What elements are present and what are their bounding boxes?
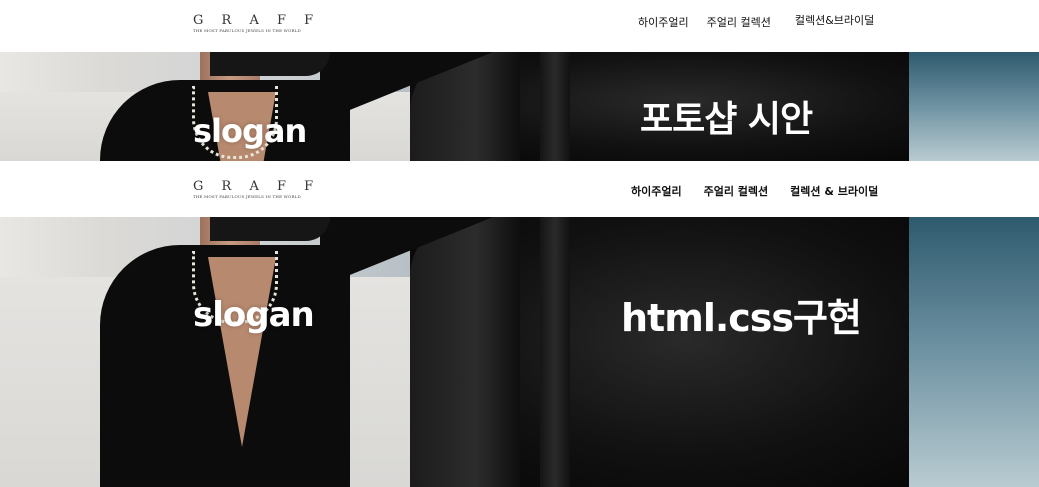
- hero-headline: 포토샵 시안: [640, 99, 813, 140]
- hero-banner-bottom: slogan html.css구현: [0, 217, 1039, 487]
- nav-item-high-jewelry[interactable]: 하이주얼리: [631, 183, 682, 199]
- main-nav-top: 하이주얼리 주얼리 컬렉션 컬렉션&브라이덜: [638, 14, 874, 30]
- logo-wordmark: G R A F F: [193, 179, 321, 194]
- model-figure: [100, 217, 500, 487]
- nav-item-collection-bridal[interactable]: 컬렉션&브라이덜: [795, 12, 874, 30]
- sky-background: [909, 217, 1039, 487]
- header-top: G R A F F THE MOST FABULOUS JEWELS IN TH…: [0, 0, 1039, 52]
- nav-item-high-jewelry[interactable]: 하이주얼리: [638, 14, 689, 30]
- graff-logo[interactable]: G R A F F THE MOST FABULOUS JEWELS IN TH…: [193, 14, 320, 34]
- header-bottom: G R A F F THE MOST FABULOUS JEWELS IN TH…: [0, 161, 1039, 217]
- nav-item-jewelry-collection[interactable]: 주얼리 컬렉션: [707, 14, 771, 30]
- hero-headline: html.css구현: [621, 296, 862, 340]
- graff-logo[interactable]: G R A F F THE MOST FABULOUS JEWELS IN TH…: [193, 180, 320, 200]
- nav-item-jewelry-collection[interactable]: 주얼리 컬렉션: [704, 183, 769, 199]
- logo-wordmark: G R A F F: [193, 13, 321, 28]
- sky-background: [909, 52, 1039, 161]
- main-nav-bottom: 하이주얼리 주얼리 컬렉션 컬렉션 & 브라이덜: [631, 183, 878, 199]
- rock-sculpture: [410, 217, 909, 487]
- hero-slogan: slogan: [193, 295, 315, 335]
- hero-slogan: slogan: [193, 112, 307, 150]
- logo-tagline: THE MOST FABULOUS JEWELS IN THE WORLD: [193, 28, 301, 33]
- hero-banner-top: slogan 포토샵 시안: [0, 52, 1039, 161]
- logo-tagline: THE MOST FABULOUS JEWELS IN THE WORLD: [193, 194, 301, 199]
- nav-item-collection-bridal[interactable]: 컬렉션 & 브라이덜: [790, 183, 878, 199]
